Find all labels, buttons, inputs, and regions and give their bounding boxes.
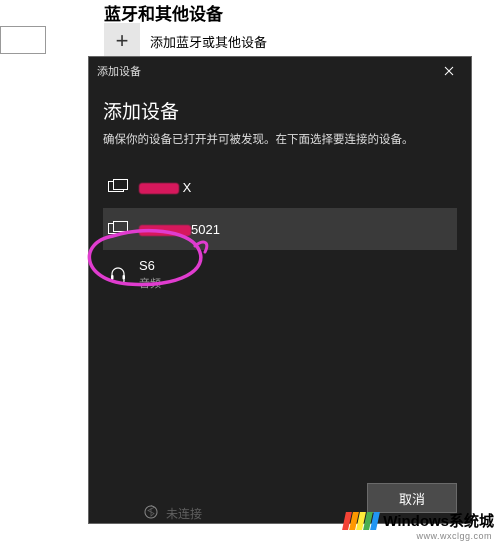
device-item[interactable]: 5021 [103, 208, 457, 250]
page-title: 蓝牙和其他设备 [104, 0, 223, 25]
bluetooth-off-icon [144, 505, 160, 521]
watermark-flag-icon [344, 512, 379, 530]
device-name: S6 [139, 258, 161, 273]
dialog-heading: 添加设备 [103, 97, 457, 124]
device-item[interactable]: S6 音频 [103, 250, 457, 299]
cancel-button[interactable]: 取消 [367, 483, 457, 513]
display-icon [107, 221, 129, 237]
watermark-text: Windows系统城 [383, 510, 494, 531]
dialog-subtitle: 确保你的设备已打开并可被发现。在下面选择要连接的设备。 [103, 132, 457, 148]
watermark-sub: www.wxclgg.com [416, 531, 492, 541]
add-bluetooth-label: 添加蓝牙或其他设备 [150, 32, 267, 51]
display-icon [107, 179, 129, 195]
dialog-titlebar: 添加设备 [89, 57, 471, 85]
search-input[interactable] [0, 26, 46, 54]
watermark: Windows系统城 [344, 510, 494, 531]
add-device-dialog: 添加设备 添加设备 确保你的设备已打开并可被发现。在下面选择要连接的设备。 X [88, 56, 472, 524]
device-name: X [139, 180, 191, 195]
add-bluetooth-row[interactable]: + 添加蓝牙或其他设备 [104, 23, 267, 59]
status-text: 未连接 [166, 505, 202, 522]
headset-icon [107, 266, 129, 284]
plus-icon[interactable]: + [104, 23, 140, 59]
close-icon[interactable] [435, 57, 463, 85]
device-item[interactable]: X [103, 166, 457, 208]
device-list: X 5021 [103, 166, 457, 299]
device-name: 5021 [139, 222, 220, 237]
dialog-titlebar-text: 添加设备 [97, 63, 435, 79]
device-subtype: 音频 [139, 275, 161, 291]
